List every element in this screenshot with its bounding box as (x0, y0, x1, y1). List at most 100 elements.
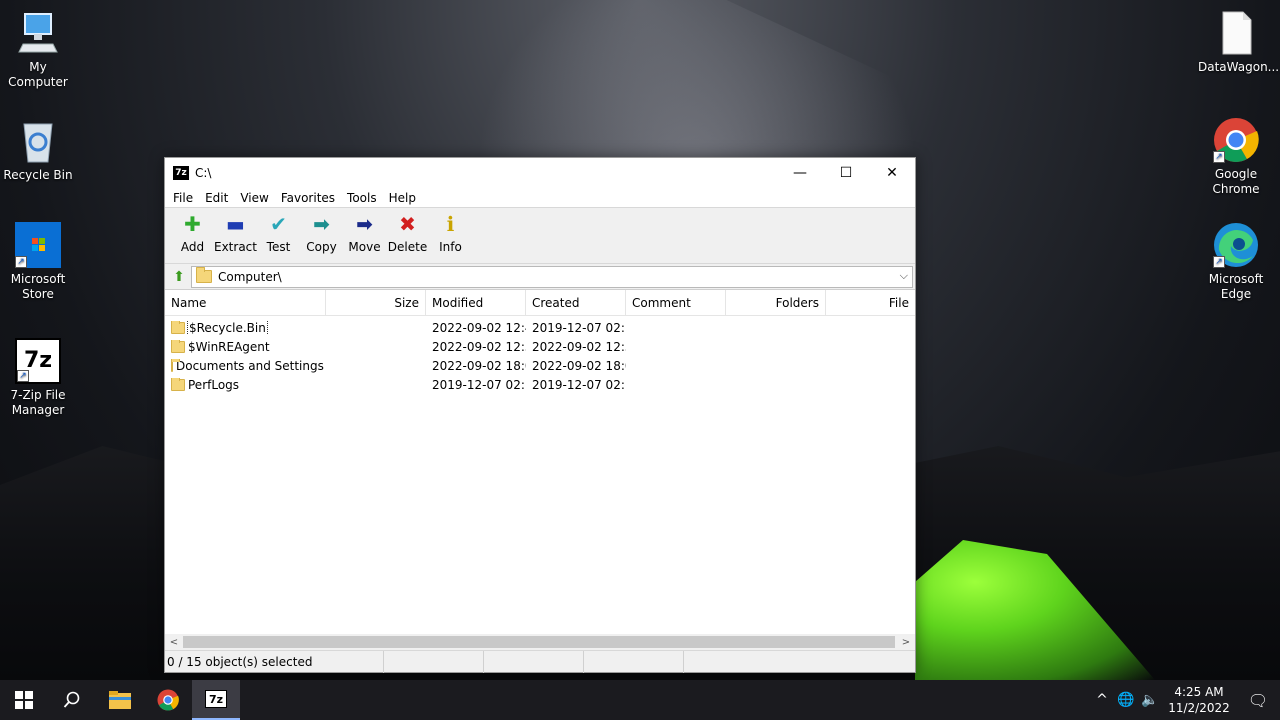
info-button[interactable]: ℹ Info (429, 208, 472, 263)
address-combobox[interactable]: Computer\ ⌵ (191, 265, 913, 288)
column-folders[interactable]: Folders (726, 290, 826, 316)
store-icon: ↗ (15, 222, 61, 268)
delete-label: Delete (387, 240, 428, 254)
delete-button[interactable]: ✖ Delete (386, 208, 429, 263)
add-icon: ✚ (184, 212, 201, 236)
scroll-left-icon[interactable]: < (165, 637, 183, 648)
system-tray: ^ 🌐 🔈 4:25 AM 11/2/2022 🗨 (1090, 680, 1280, 720)
column-files[interactable]: File (826, 290, 915, 316)
file-explorer-icon (109, 691, 131, 709)
extract-button[interactable]: ▬ Extract (214, 208, 257, 263)
move-icon: ➡ (356, 212, 373, 236)
desktop-icon-google-chrome[interactable]: ↗ Google Chrome (1198, 117, 1274, 197)
desktop-icon-datawagon[interactable]: DataWagon... (1198, 10, 1280, 75)
list-item[interactable]: Documents and Settings 2022-09-02 18:09 … (165, 356, 915, 375)
chevron-up-icon[interactable]: ^ (1090, 692, 1114, 708)
desktop-icon-label: Recycle Bin (3, 168, 73, 182)
test-button[interactable]: ✔ Test (257, 208, 300, 263)
search-button[interactable] (48, 680, 96, 720)
column-created[interactable]: Created (526, 290, 626, 316)
item-created: 2019-12-07 02:14 (532, 377, 626, 392)
desktop-icon-label: My Computer (8, 60, 68, 89)
address-text: Computer\ (218, 269, 282, 284)
desktop-icon-recycle-bin[interactable]: Recycle Bin (0, 118, 76, 183)
menu-bar: File Edit View Favorites Tools Help (165, 188, 915, 208)
list-item[interactable]: $Recycle.Bin 2022-09-02 12:41 2019-12-07… (165, 318, 915, 337)
scroll-thumb[interactable] (183, 636, 895, 648)
item-name: $WinREAgent (188, 339, 270, 354)
menu-help[interactable]: Help (383, 191, 422, 205)
column-modified[interactable]: Modified (426, 290, 526, 316)
item-created: 2022-09-02 18:09 (532, 358, 626, 373)
up-arrow-icon: ⬆ (173, 268, 185, 285)
status-packed (484, 651, 584, 673)
chrome-icon (157, 689, 179, 711)
minimize-button[interactable]: — (777, 158, 823, 188)
start-button[interactable] (0, 680, 48, 720)
app-icon: 7z (173, 166, 189, 180)
folder-icon (171, 339, 185, 353)
extract-icon: ▬ (226, 212, 245, 236)
item-modified: 2019-12-07 02:14 (432, 377, 526, 392)
horizontal-scrollbar[interactable]: < > (165, 634, 915, 650)
chevron-down-icon[interactable]: ⌵ (900, 269, 908, 283)
list-item[interactable]: PerfLogs 2019-12-07 02:14 2019-12-07 02:… (165, 375, 915, 394)
list-item[interactable]: $WinREAgent 2022-09-02 12:58 2022-09-02 … (165, 337, 915, 356)
shortcut-arrow-icon: ↗ (17, 370, 29, 382)
desktop-icon-label: 7-Zip File Manager (10, 388, 66, 417)
desktop-icon-microsoft-edge[interactable]: ↗ Microsoft Edge (1198, 222, 1274, 302)
add-button[interactable]: ✚ Add (171, 208, 214, 263)
window-title: C:\ (195, 166, 212, 180)
folder-icon (171, 377, 185, 391)
copy-label: Copy (306, 240, 337, 254)
menu-edit[interactable]: Edit (199, 191, 234, 205)
extract-label: Extract (214, 240, 257, 254)
taskbar-file-explorer[interactable] (96, 680, 144, 720)
scroll-right-icon[interactable]: > (897, 637, 915, 648)
item-modified: 2022-09-02 12:41 (432, 320, 526, 335)
edge-icon: ↗ (1213, 222, 1259, 268)
chrome-icon: ↗ (1213, 117, 1259, 163)
desktop-icon-my-computer[interactable]: My Computer (0, 10, 76, 90)
menu-file[interactable]: File (167, 191, 199, 205)
add-label: Add (180, 240, 205, 254)
clock[interactable]: 4:25 AM 11/2/2022 (1162, 684, 1236, 716)
move-button[interactable]: ➡ Move (343, 208, 386, 263)
title-bar[interactable]: 7z C:\ — ☐ ✕ (165, 158, 915, 188)
close-button[interactable]: ✕ (869, 158, 915, 188)
taskbar: 7z ^ 🌐 🔈 4:25 AM 11/2/2022 🗨 (0, 680, 1280, 720)
copy-button[interactable]: ➡ Copy (300, 208, 343, 263)
windows-logo-icon (15, 691, 33, 709)
desktop-icon-label: Microsoft Edge (1208, 272, 1264, 301)
taskbar-7zip[interactable]: 7z (192, 680, 240, 720)
maximize-button[interactable]: ☐ (823, 158, 869, 188)
status-size (384, 651, 484, 673)
taskbar-chrome[interactable] (144, 680, 192, 720)
menu-view[interactable]: View (234, 191, 274, 205)
menu-tools[interactable]: Tools (341, 191, 383, 205)
move-label: Move (348, 240, 381, 254)
network-icon[interactable]: 🌐 (1114, 692, 1138, 708)
volume-icon[interactable]: 🔈 (1138, 692, 1162, 708)
menu-favorites[interactable]: Favorites (275, 191, 341, 205)
delete-icon: ✖ (399, 212, 416, 236)
desktop-icon-label: Google Chrome (1212, 167, 1260, 196)
desktop-icon-label: DataWagon... (1198, 60, 1280, 74)
folder-icon (171, 358, 180, 372)
folder-icon (196, 267, 212, 283)
test-icon: ✔ (270, 212, 287, 236)
status-modified (584, 651, 684, 673)
shortcut-arrow-icon: ↗ (1213, 151, 1225, 163)
computer-icon (15, 10, 61, 56)
item-created: 2019-12-07 02:14 (532, 320, 626, 335)
address-bar: ⬆ Computer\ ⌵ (165, 264, 915, 290)
toolbar: ✚ Add ▬ Extract ✔ Test ➡ Copy ➡ Move ✖ D… (165, 208, 915, 264)
item-name: PerfLogs (188, 377, 240, 392)
desktop-icon-microsoft-store[interactable]: ↗ Microsoft Store (0, 222, 76, 302)
column-comment[interactable]: Comment (626, 290, 726, 316)
column-size[interactable]: Size (326, 290, 426, 316)
up-folder-button[interactable]: ⬆ (167, 267, 191, 287)
column-name[interactable]: Name (165, 290, 326, 316)
notification-icon[interactable]: 🗨 (1236, 691, 1280, 710)
desktop-icon-7zip[interactable]: 7z ↗ 7-Zip File Manager (0, 338, 76, 418)
